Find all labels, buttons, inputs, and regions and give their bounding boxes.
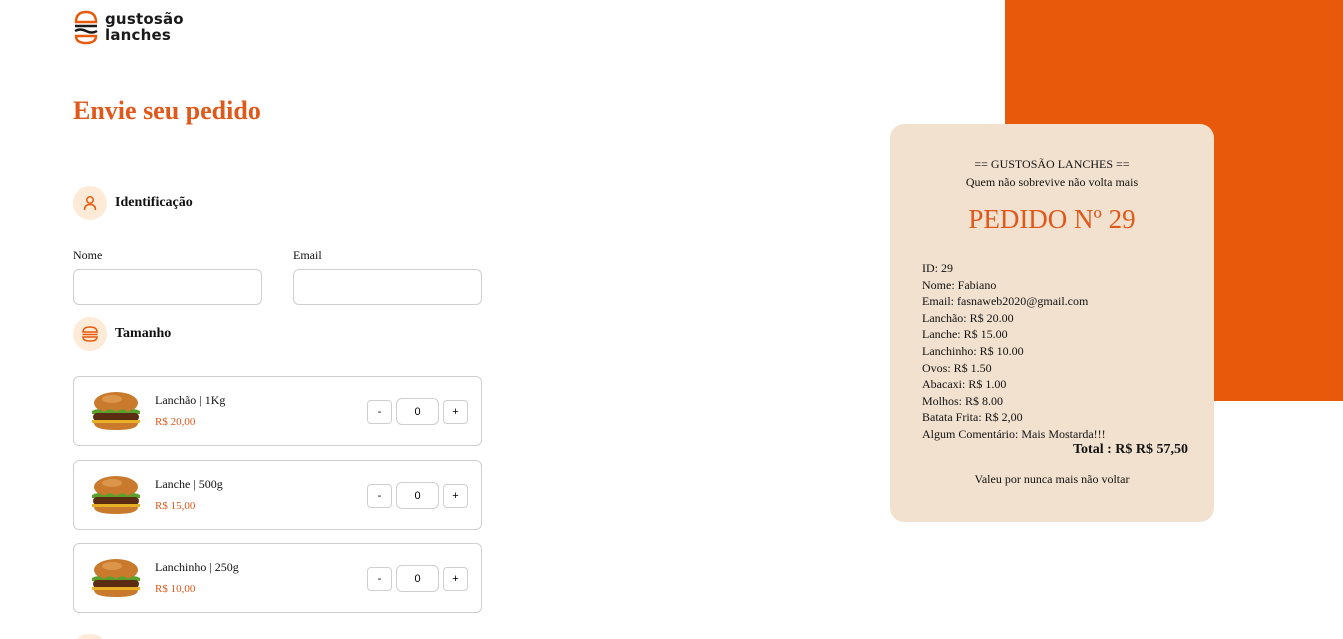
- receipt-line: ID: 29: [922, 261, 953, 275]
- receipt-order-title: PEDIDO Nº 29: [968, 204, 1136, 234]
- product-card[interactable]: Lanche | 500g R$ 15,00 - +: [73, 460, 482, 530]
- receipt-line: Nome: Fabiano: [922, 277, 997, 292]
- receipt-footer: Valeu por nunca mais não voltar: [974, 472, 1130, 486]
- section-size-label: Tamanho: [115, 326, 172, 341]
- product-name: Lanchão | 1Kg: [155, 393, 226, 407]
- receipt-line: Ovos: R$ 1.50: [922, 360, 992, 375]
- brand-line-1: gustosão: [105, 10, 184, 28]
- name-field[interactable]: [73, 269, 262, 305]
- email-label: Email: [293, 248, 322, 262]
- product-card[interactable]: Lanchão | 1Kg R$ 20,00 - +: [73, 376, 482, 446]
- product-name: Lanchinho | 250g: [155, 560, 239, 574]
- receipt-tagline: Quem não sobrevive não volta mais: [965, 175, 1139, 189]
- increase-quantity-button[interactable]: +: [443, 484, 468, 508]
- product-card[interactable]: Lanchinho | 250g R$ 10,00 - +: [73, 543, 482, 613]
- receipt-line: Batata Frita: R$ 2,00: [922, 410, 1023, 425]
- name-label: Nome: [73, 248, 103, 262]
- quantity-input[interactable]: [396, 482, 439, 509]
- receipt-line: Lanchão: R$ 20.00: [922, 310, 1014, 325]
- burger-image: [92, 559, 140, 597]
- increase-quantity-button[interactable]: +: [443, 400, 468, 424]
- section-identification: Identificação: [73, 186, 193, 220]
- decrease-quantity-button[interactable]: -: [367, 484, 392, 508]
- product-price: R$ 15,00: [155, 500, 196, 512]
- email-field[interactable]: [293, 269, 482, 305]
- brand-line-2: lanches: [105, 26, 172, 44]
- burger-icon: [73, 317, 107, 351]
- receipt-total: Total : R$ R$ 57,50: [1073, 442, 1188, 457]
- receipt-lines: ID: 29 Nome: Fabiano Email: fasnaweb2020…: [922, 260, 1106, 443]
- receipt-line: Email: fasnaweb2020@gmail.com: [922, 294, 1089, 309]
- increase-quantity-button[interactable]: +: [443, 567, 468, 591]
- user-icon: [73, 186, 107, 220]
- receipt-line: Lanche: R$ 15.00: [922, 327, 1008, 342]
- product-name: Lanche | 500g: [155, 477, 223, 491]
- decrease-quantity-button[interactable]: -: [367, 400, 392, 424]
- brand-logo[interactable]: gustosão lanches: [73, 8, 184, 46]
- burger-image: [92, 476, 140, 514]
- section-identification-label: Identificação: [115, 195, 193, 210]
- brand-name: gustosão lanches: [105, 11, 184, 43]
- page-title: Envie seu pedido: [73, 96, 261, 125]
- product-price: R$ 20,00: [155, 416, 196, 428]
- product-price: R$ 10,00: [155, 583, 196, 595]
- burger-image: [92, 392, 140, 430]
- receipt-line: Abacaxi: R$ 1.00: [922, 377, 1007, 392]
- next-section-icon: [78, 634, 102, 639]
- receipt-header: == GUSTOSÃO LANCHES ==: [974, 157, 1130, 171]
- order-receipt: == GUSTOSÃO LANCHES == Quem não sobreviv…: [890, 124, 1214, 522]
- receipt-line: Lanchinho: R$ 10.00: [922, 343, 1024, 358]
- section-size: Tamanho: [73, 317, 171, 351]
- burger-icon: [74, 10, 98, 45]
- quantity-input[interactable]: [396, 398, 439, 425]
- receipt-line: Algum Comentário: Mais Mostarda!!!: [922, 426, 1106, 441]
- quantity-input[interactable]: [396, 565, 439, 592]
- decrease-quantity-button[interactable]: -: [367, 567, 392, 591]
- receipt-line: Molhos: R$ 8.00: [922, 393, 1004, 408]
